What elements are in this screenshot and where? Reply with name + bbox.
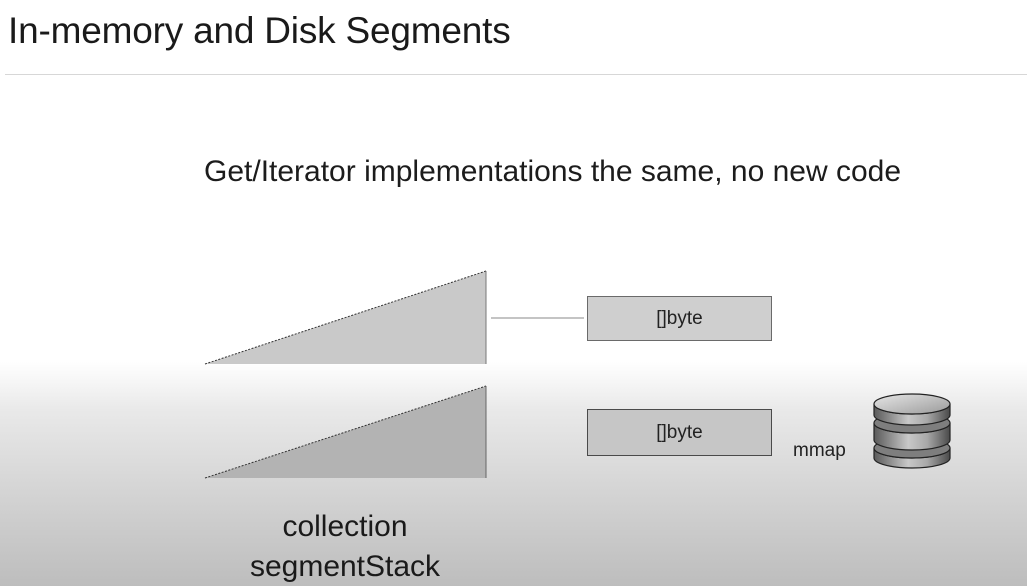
caption-line-segmentstack: segmentStack <box>249 550 441 583</box>
mmap-label: mmap <box>793 440 846 461</box>
database-icon <box>873 393 951 469</box>
memory-byte-label: []byte <box>656 307 703 329</box>
diagram-caption: collection segmentStack <box>195 507 495 587</box>
disk-byte-buffer: []byte <box>587 409 772 456</box>
memory-byte-buffer: []byte <box>587 296 772 341</box>
segment-diagram <box>204 270 951 479</box>
caption-line-collection: collection <box>282 510 408 543</box>
disk-byte-label: []byte <box>656 421 703 443</box>
